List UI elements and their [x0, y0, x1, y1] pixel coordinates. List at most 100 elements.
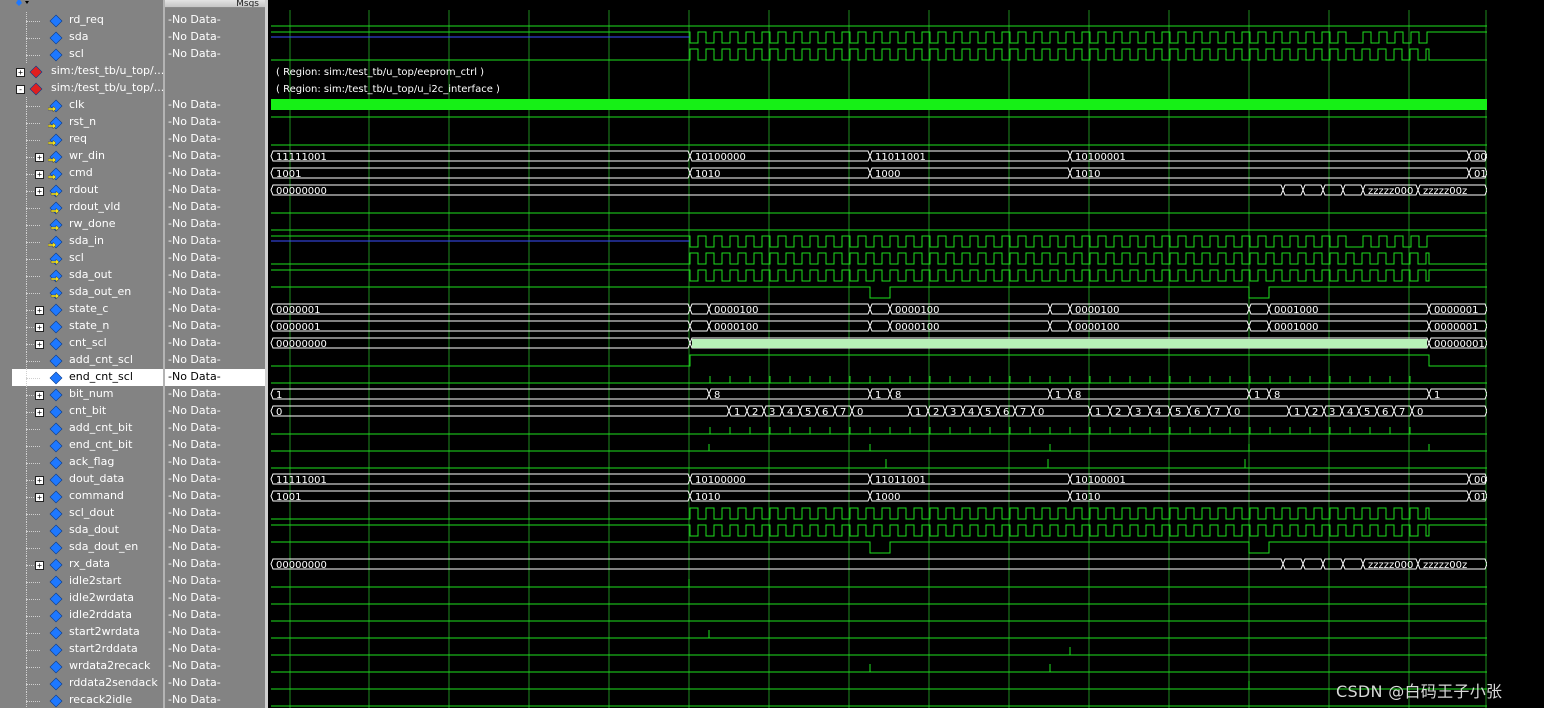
- msg-row[interactable]: -No Data-: [165, 641, 265, 658]
- signal-row-wr-din[interactable]: + wr_din: [12, 148, 163, 165]
- signal-row-sim-test-tb-u-top-[interactable]: + sim:/test_tb/u_top/...: [12, 63, 163, 80]
- signal-row-rdout[interactable]: + rdout: [12, 182, 163, 199]
- signal-row-state-n[interactable]: + state_n: [12, 318, 163, 335]
- waveform-pane[interactable]: ( Region: sim:/test_tb/u_top/eeprom_ctrl…: [268, 0, 1487, 708]
- signal-row-sda[interactable]: sda: [12, 29, 163, 46]
- signal-row-scl-dout[interactable]: scl_dout: [12, 505, 163, 522]
- msg-row[interactable]: -No Data-: [165, 454, 265, 471]
- tree-toolbar-icon[interactable]: [12, 0, 52, 6]
- signal-row-wrdata2recack[interactable]: wrdata2recack: [12, 658, 163, 675]
- signal-row-sim-test-tb-u-top-[interactable]: - sim:/test_tb/u_top/...: [12, 80, 163, 97]
- expand-icon[interactable]: +: [35, 391, 44, 400]
- msg-row[interactable]: -No Data-: [165, 216, 265, 233]
- msg-row[interactable]: -No Data-: [165, 199, 265, 216]
- signal-row-dout-data[interactable]: + dout_data: [12, 471, 163, 488]
- expand-icon[interactable]: +: [35, 493, 44, 502]
- msg-row[interactable]: [165, 80, 265, 97]
- signal-row-rdout-vld[interactable]: rdout_vld: [12, 199, 163, 216]
- signal-row-end-cnt-bit[interactable]: end_cnt_bit: [12, 437, 163, 454]
- expand-icon[interactable]: +: [16, 68, 25, 77]
- signal-row-sda-dout-en[interactable]: sda_dout_en: [12, 539, 163, 556]
- msgs-column-header[interactable]: Msgs: [165, 0, 265, 8]
- signal-row-req[interactable]: req: [12, 131, 163, 148]
- signal-row-idle2wrdata[interactable]: idle2wrdata: [12, 590, 163, 607]
- msg-row[interactable]: -No Data-: [165, 29, 265, 46]
- signal-row-command[interactable]: + command: [12, 488, 163, 505]
- msg-row[interactable]: -No Data-: [165, 301, 265, 318]
- expand-icon[interactable]: +: [35, 561, 44, 570]
- msg-row[interactable]: -No Data-: [165, 114, 265, 131]
- signal-row-idle2rddata[interactable]: idle2rddata: [12, 607, 163, 624]
- expand-icon[interactable]: +: [35, 170, 44, 179]
- msg-row[interactable]: -No Data-: [165, 658, 265, 675]
- msg-row[interactable]: -No Data-: [165, 437, 265, 454]
- msg-row[interactable]: -No Data-: [165, 590, 265, 607]
- msg-row[interactable]: -No Data-: [165, 335, 265, 352]
- msg-row[interactable]: -No Data-: [165, 539, 265, 556]
- msg-row[interactable]: -No Data-: [165, 471, 265, 488]
- msg-row[interactable]: [165, 63, 265, 80]
- expand-icon[interactable]: +: [35, 408, 44, 417]
- signal-row-sda-out-en[interactable]: sda_out_en: [12, 284, 163, 301]
- signal-row-rddata2sendack[interactable]: rddata2sendack: [12, 675, 163, 692]
- signal-row-cmd[interactable]: + cmd: [12, 165, 163, 182]
- msg-row[interactable]: -No Data-: [165, 522, 265, 539]
- signal-row-state-c[interactable]: + state_c: [12, 301, 163, 318]
- msg-row[interactable]: -No Data-: [165, 250, 265, 267]
- msg-row[interactable]: -No Data-: [165, 624, 265, 641]
- expand-icon[interactable]: +: [35, 476, 44, 485]
- signal-row-add-cnt-bit[interactable]: add_cnt_bit: [12, 420, 163, 437]
- signal-row-idle2start[interactable]: idle2start: [12, 573, 163, 590]
- signal-row-rd-req[interactable]: rd_req: [12, 12, 163, 29]
- signal-row-start2rddata[interactable]: start2rddata: [12, 641, 163, 658]
- signal-row-end-cnt-scl[interactable]: end_cnt_scl: [12, 369, 163, 386]
- signal-row-sda-in[interactable]: sda_in: [12, 233, 163, 250]
- waveform-canvas[interactable]: ( Region: sim:/test_tb/u_top/eeprom_ctrl…: [268, 0, 1487, 708]
- expand-icon[interactable]: +: [35, 340, 44, 349]
- signal-row-ack-flag[interactable]: ack_flag: [12, 454, 163, 471]
- expand-icon[interactable]: +: [35, 323, 44, 332]
- expand-icon[interactable]: +: [35, 187, 44, 196]
- msg-row[interactable]: -No Data-: [165, 97, 265, 114]
- signal-row-rst-n[interactable]: rst_n: [12, 114, 163, 131]
- msg-row[interactable]: -No Data-: [165, 369, 265, 386]
- expand-icon[interactable]: +: [35, 153, 44, 162]
- signal-row-cnt-bit[interactable]: + cnt_bit: [12, 403, 163, 420]
- signal-row-scl[interactable]: scl: [12, 46, 163, 63]
- signal-row-sda-out[interactable]: sda_out: [12, 267, 163, 284]
- msg-row[interactable]: -No Data-: [165, 352, 265, 369]
- msg-row[interactable]: -No Data-: [165, 318, 265, 335]
- msg-row[interactable]: -No Data-: [165, 675, 265, 692]
- msg-row[interactable]: -No Data-: [165, 692, 265, 708]
- signal-names-pane[interactable]: rd_req sda scl + sim:/test_tb/u_top/... - sim:…: [12, 0, 163, 708]
- signal-row-rw-done[interactable]: rw_done: [12, 216, 163, 233]
- msg-row[interactable]: -No Data-: [165, 165, 265, 182]
- msg-row[interactable]: -No Data-: [165, 386, 265, 403]
- signal-row-clk[interactable]: clk: [12, 97, 163, 114]
- msg-row[interactable]: -No Data-: [165, 556, 265, 573]
- msgs-pane[interactable]: Msgs -No Data- -No Data- -No Data- -No Data…: [165, 0, 265, 708]
- msg-row[interactable]: -No Data-: [165, 403, 265, 420]
- msg-row[interactable]: -No Data-: [165, 573, 265, 590]
- signal-row-rx-data[interactable]: + rx_data: [12, 556, 163, 573]
- msg-row[interactable]: -No Data-: [165, 284, 265, 301]
- msg-row[interactable]: -No Data-: [165, 505, 265, 522]
- expand-icon[interactable]: +: [35, 306, 44, 315]
- signal-row-sda-dout[interactable]: sda_dout: [12, 522, 163, 539]
- msg-row[interactable]: -No Data-: [165, 420, 265, 437]
- signal-row-add-cnt-scl[interactable]: add_cnt_scl: [12, 352, 163, 369]
- signal-row-bit-num[interactable]: + bit_num: [12, 386, 163, 403]
- msg-row[interactable]: -No Data-: [165, 148, 265, 165]
- msg-row[interactable]: -No Data-: [165, 488, 265, 505]
- signal-row-scl[interactable]: scl: [12, 250, 163, 267]
- msg-row[interactable]: -No Data-: [165, 46, 265, 63]
- msg-row[interactable]: -No Data-: [165, 12, 265, 29]
- signal-row-start2wrdata[interactable]: start2wrdata: [12, 624, 163, 641]
- msg-row[interactable]: -No Data-: [165, 131, 265, 148]
- msg-row[interactable]: -No Data-: [165, 607, 265, 624]
- signal-row-recack2idle[interactable]: recack2idle: [12, 692, 163, 708]
- collapse-icon[interactable]: -: [16, 85, 25, 94]
- signal-row-cnt-scl[interactable]: + cnt_scl: [12, 335, 163, 352]
- msg-row[interactable]: -No Data-: [165, 233, 265, 250]
- msg-row[interactable]: -No Data-: [165, 267, 265, 284]
